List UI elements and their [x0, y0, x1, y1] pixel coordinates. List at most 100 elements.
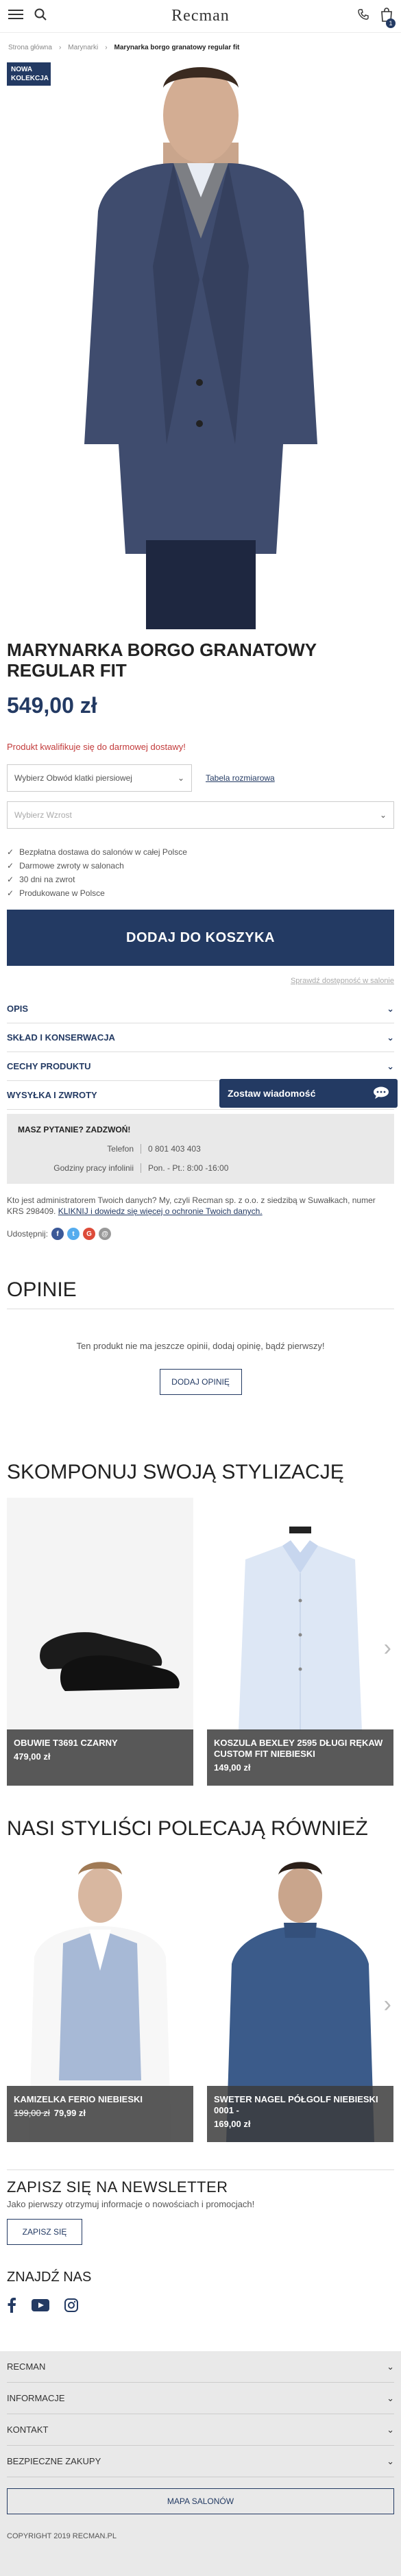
benefit-text: Darmowe zwroty w salonach — [19, 861, 124, 871]
accordion-label: SKŁAD I KONSERWACJA — [7, 1032, 115, 1043]
size-table-link[interactable]: Tabela rozmiarowa — [206, 773, 275, 783]
recommend-item[interactable]: SWETER NAGEL PÓŁGOLF NIEBIESKI 0001 - 169… — [207, 1854, 393, 2142]
social-heading: ZNAJDŹ NAS — [7, 2270, 92, 2285]
model-in-blazer-image — [84, 67, 317, 629]
chevron-down-icon: ⌄ — [387, 2361, 394, 2372]
hamburger-menu-icon[interactable] — [8, 9, 23, 23]
check-icon: ✓ — [7, 861, 14, 871]
chevron-down-icon: ⌄ — [387, 1003, 394, 1014]
product-old-price: 199,00 zł — [14, 2108, 50, 2118]
accordion-description[interactable]: OPIS ⌄ — [7, 995, 394, 1023]
benefit-text: Produkowane w Polsce — [19, 888, 105, 898]
chest-size-select[interactable]: Wybierz Obwód klatki piersiowej ⌄ — [7, 764, 192, 792]
phone-value[interactable]: 0 801 403 403 — [141, 1144, 201, 1154]
recommend-item[interactable]: KAMIZELKA FERIO NIEBIESKI 199,00 zł 79,99 … — [7, 1854, 193, 2142]
facebook-share-icon[interactable]: f — [51, 1228, 64, 1240]
accordion-composition[interactable]: SKŁAD I KONSERWACJA ⌄ — [7, 1023, 394, 1052]
styling-item[interactable]: OBUWIE T3691 CZARNY 479,00 zł — [7, 1498, 193, 1786]
chevron-down-icon: ⌄ — [379, 810, 387, 820]
accordion-features[interactable]: CECHY PRODUKTU ⌄ — [7, 1052, 394, 1081]
footer-item-contact[interactable]: KONTAKT ⌄ — [7, 2414, 394, 2446]
size-row: Wybierz Obwód klatki piersiowej ⌄ Tabela… — [0, 752, 401, 792]
email-share-icon[interactable]: @ — [99, 1228, 112, 1240]
styling-item[interactable]: KOSZULA BEXLEY 2595 DŁUGI RĘKAW CUSTOM F… — [207, 1498, 393, 1786]
social-icons — [7, 2298, 394, 2316]
instagram-icon[interactable] — [64, 2298, 78, 2316]
recommend-carousel: ‹ KAMIZELKA FERIO NIEBIESKI199,00 zł79,9… — [0, 1854, 401, 2142]
site-header: Recman 1 — [0, 0, 401, 33]
footer-item-info[interactable]: INFORMACJE ⌄ — [7, 2383, 394, 2414]
check-icon: ✓ — [7, 847, 14, 857]
store-map-button[interactable]: MAPA SALONÓW — [7, 2488, 394, 2514]
copyright: COPYRIGHT 2019 RECMAN.PL — [7, 2532, 117, 2540]
chevron-down-icon: ⌄ — [387, 2455, 394, 2466]
share-label: Udostępnij: — [7, 1229, 49, 1239]
chat-bubble-icon — [373, 1086, 389, 1101]
social-section: ZNAJDŹ NAS — [0, 2270, 401, 2316]
logo[interactable]: Recman — [171, 7, 230, 25]
hours-value: Pon. - Pt.: 8:00 -16:00 — [148, 1163, 229, 1173]
gdpr-notice: Kto jest administratorem Twoich danych? … — [0, 1184, 401, 1217]
product-price: 149,00 zł — [214, 1762, 251, 1773]
add-review-button[interactable]: DODAJ OPINIĘ — [159, 1369, 242, 1395]
footer-item-recman[interactable]: RECMAN ⌄ — [7, 2351, 394, 2383]
height-row: Wybierz Wzrost ⌄ — [0, 792, 401, 829]
height-select-value: Wybierz Wzrost — [14, 810, 72, 820]
check-store-availability-link[interactable]: Sprawdź dostępność w salonie — [0, 966, 401, 985]
chevron-down-icon: ⌄ — [387, 2392, 394, 2403]
search-icon[interactable] — [34, 8, 47, 24]
newsletter-text: Jako pierwszy otrzymuj informacje o nowo… — [7, 2199, 255, 2209]
new-collection-badge: NOWA KOLEKCJA — [7, 62, 51, 86]
accordion-label: CECHY PRODUKTU — [7, 1061, 91, 1071]
youtube-icon[interactable] — [32, 2299, 49, 2315]
footer-item-label: BEZPIECZNE ZAKUPY — [7, 2456, 101, 2466]
footer-item-label: RECMAN — [7, 2361, 46, 2372]
newsletter-subscribe-button[interactable]: ZAPISZ SIĘ — [7, 2219, 82, 2245]
accordion-label: WYSYŁKA I ZWROTY — [7, 1090, 97, 1100]
breadcrumb-home[interactable]: Strona główna — [8, 44, 52, 51]
chest-size-select-value: Wybierz Obwód klatki piersiowej — [14, 773, 132, 783]
breadcrumb-category[interactable]: Marynarki — [68, 44, 98, 51]
benefit-text: Bezpłatna dostawa do salonów w całej Pol… — [19, 847, 187, 857]
google-plus-share-icon[interactable]: G — [83, 1228, 96, 1240]
check-icon: ✓ — [7, 888, 14, 898]
product-name: OBUWIE T3691 CZARNY — [14, 1738, 118, 1748]
benefit-text: 30 dni na zwrot — [19, 875, 75, 884]
facebook-icon[interactable] — [7, 2298, 16, 2316]
twitter-share-icon[interactable]: t — [67, 1228, 80, 1240]
gdpr-link[interactable]: KLIKNIJ i dowiedz się więcej o ochronie … — [58, 1206, 263, 1216]
product-caption: OBUWIE T3691 CZARNY 479,00 zł — [7, 1729, 193, 1786]
styling-heading: SKOMPONUJ SWOJĄ STYLIZACJĘ — [7, 1461, 344, 1483]
phone-icon[interactable] — [357, 8, 369, 24]
footer-item-secure[interactable]: BEZPIECZNE ZAKUPY ⌄ — [7, 2446, 394, 2477]
leave-message-chat-button[interactable]: Zostaw wiadomość — [219, 1079, 398, 1108]
newsletter-heading: ZAPISZ SIĘ NA NEWSLETTER — [7, 2178, 228, 2196]
benefits-list: ✓ Bezpłatna dostawa do salonów w całej Po… — [0, 829, 401, 900]
hours-label: Godziny pracy infolinii — [18, 1163, 141, 1173]
product-page: Recman 1 Strona główna › Marynarki › Mar… — [0, 0, 401, 2576]
reviews-heading: OPINIE — [7, 1278, 77, 1301]
chevron-right-icon: › — [105, 44, 108, 51]
phone-label: Telefon — [18, 1144, 141, 1154]
chevron-down-icon: ⌄ — [387, 2424, 394, 2435]
check-icon: ✓ — [7, 875, 14, 884]
product-image[interactable]: NOWA KOLEKCJA — [0, 57, 401, 633]
height-select[interactable]: Wybierz Wzrost ⌄ — [7, 801, 394, 829]
carousel-next-icon[interactable]: › — [384, 1991, 391, 2018]
breadcrumb: Strona główna › Marynarki › Marynarka bo… — [0, 33, 401, 57]
product-name: KOSZULA BEXLEY 2595 DŁUGI RĘKAW CUSTOM F… — [214, 1738, 383, 1759]
carousel-next-icon[interactable]: › — [384, 1635, 391, 1662]
site-footer: RECMAN ⌄ INFORMACJE ⌄ KONTAKT ⌄ BEZPIECZNE … — [0, 2351, 401, 2576]
benefit-item: ✓ Produkowane w Polsce — [7, 886, 394, 900]
phone-row: Telefon 0 801 403 403 — [18, 1144, 383, 1154]
product-caption: KAMIZELKA FERIO NIEBIESKI 199,00 zł 79,99 … — [7, 2086, 193, 2142]
product-price-row: 199,00 zł 79,99 zł — [14, 2108, 186, 2118]
add-to-cart-button[interactable]: DODAJ DO KOSZYKA — [7, 910, 394, 966]
benefit-item: ✓ 30 dni na zwrot — [7, 873, 394, 886]
free-shipping-note: Produkt kwalifikuje się do darmowej dost… — [7, 742, 186, 752]
recommend-heading: NASI STYLIŚCI POLECAJĄ RÓWNIEŻ — [7, 1817, 368, 1840]
cart-icon[interactable]: 1 — [380, 7, 396, 28]
product-name: KAMIZELKA FERIO NIEBIESKI — [14, 2094, 143, 2104]
accordion-label: OPIS — [7, 1004, 29, 1014]
benefit-item: ✓ Bezpłatna dostawa do salonów w całej Po… — [7, 845, 394, 859]
